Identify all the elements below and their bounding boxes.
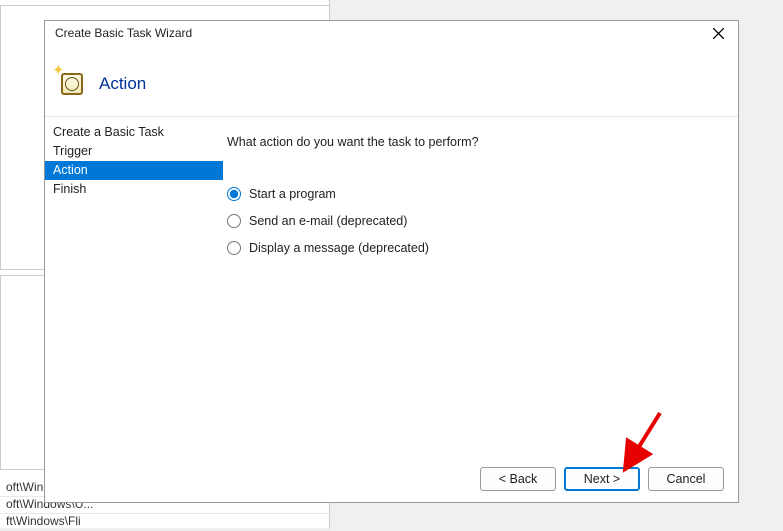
wizard-dialog: Create Basic Task Wizard Action Create a… [44,20,739,503]
sidebar-item-finish[interactable]: Finish [45,180,223,199]
radio-option-send-email[interactable]: Send an e-mail (deprecated) [227,212,726,229]
next-button[interactable]: Next > [564,467,640,491]
radio-option-display-message[interactable]: Display a message (deprecated) [227,239,726,256]
radio-start-program[interactable] [227,187,241,201]
wizard-footer: < Back Next > Cancel [45,456,738,502]
wizard-content: What action do you want the task to perf… [223,117,738,456]
sidebar-item-action[interactable]: Action [45,161,223,180]
title-bar: Create Basic Task Wizard [45,21,738,45]
wizard-sidebar: Create a Basic Task Trigger Action Finis… [45,117,223,456]
back-button[interactable]: < Back [480,467,556,491]
radio-label[interactable]: Send an e-mail (deprecated) [249,214,407,228]
bg-text-row: ft\Windows\Fli [0,512,329,531]
prompt-text: What action do you want the task to perf… [227,135,726,149]
radio-display-message[interactable] [227,241,241,255]
sidebar-item-trigger[interactable]: Trigger [45,142,223,161]
wizard-step-title: Action [99,74,146,94]
window-title: Create Basic Task Wizard [55,26,704,40]
close-icon [713,28,724,39]
sidebar-item-create-basic-task[interactable]: Create a Basic Task [45,123,223,142]
radio-send-email[interactable] [227,214,241,228]
radio-label[interactable]: Display a message (deprecated) [249,241,429,255]
wizard-icon [55,67,83,95]
cancel-button[interactable]: Cancel [648,467,724,491]
radio-option-start-program[interactable]: Start a program [227,185,726,202]
wizard-header: Action [45,45,738,117]
radio-label[interactable]: Start a program [249,187,336,201]
close-button[interactable] [704,23,732,43]
